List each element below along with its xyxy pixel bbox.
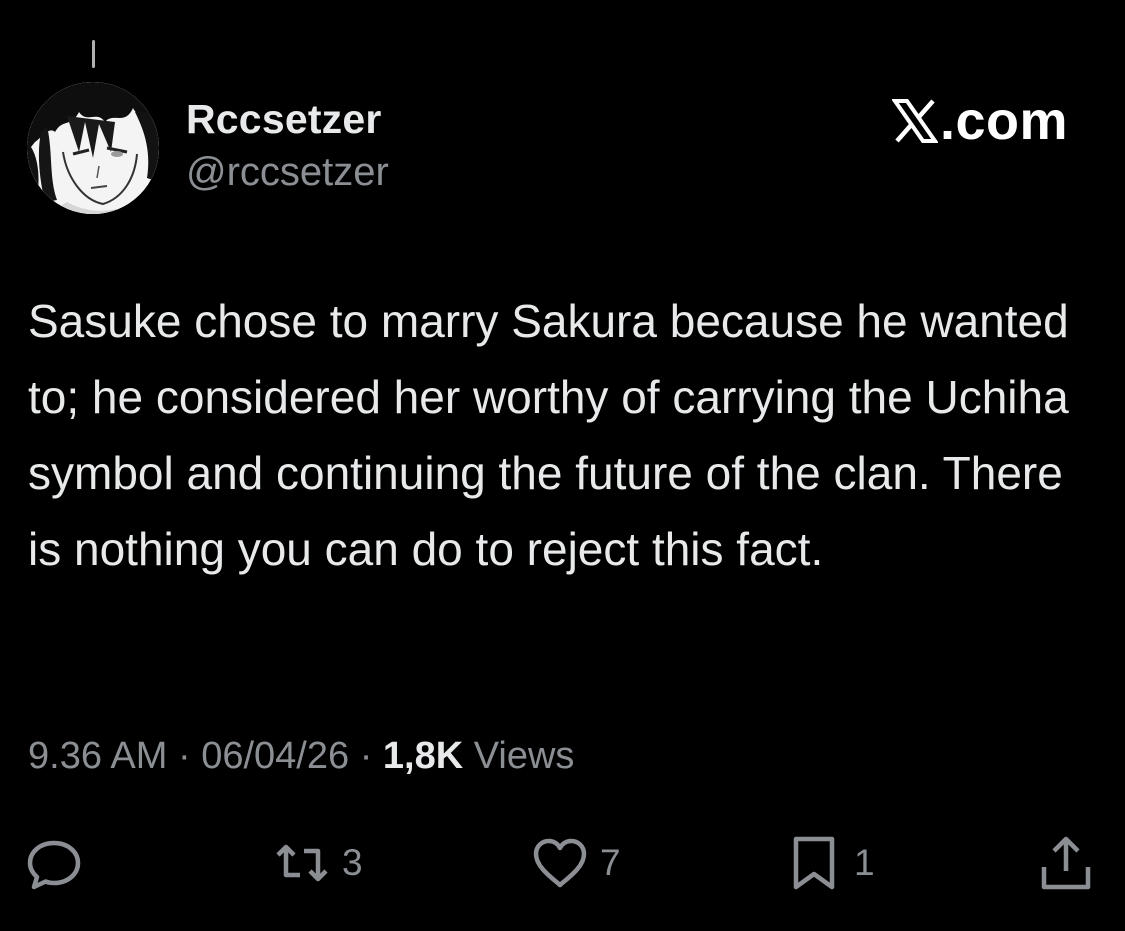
repost-icon — [276, 844, 328, 882]
repost-count: 3 — [342, 842, 363, 883]
share-icon — [1041, 836, 1091, 890]
avatar-illustration — [27, 82, 159, 214]
like-button[interactable]: 7 — [530, 828, 621, 898]
views-count[interactable]: 1,8K — [383, 735, 463, 777]
tweet-text: Sasuke chose to marry Sakura because he … — [28, 295, 1069, 575]
brand-domain-text: .com — [939, 91, 1068, 151]
bookmark-count: 1 — [854, 842, 875, 883]
reply-icon — [27, 840, 81, 890]
meta-separator: · — [359, 735, 373, 777]
action-bar: 3 7 1 — [0, 828, 1125, 898]
tweet-time[interactable]: 9.36 AM — [28, 735, 167, 777]
views-label: Views — [473, 735, 575, 777]
like-count: 7 — [600, 842, 621, 883]
x-logo-icon — [891, 99, 938, 143]
share-button[interactable] — [1036, 828, 1106, 898]
bookmark-button[interactable]: 1 — [784, 828, 875, 898]
tweet-date[interactable]: 06/04/26 — [201, 735, 349, 777]
repost-button[interactable]: 3 — [272, 828, 363, 898]
thread-connector-line — [92, 40, 95, 68]
author-handle[interactable]: @rccsetzer — [186, 150, 389, 195]
bookmark-icon — [793, 836, 835, 890]
author-display-name[interactable]: Rccsetzer — [186, 96, 382, 143]
avatar[interactable] — [27, 82, 159, 214]
tweet-meta: 9.36 AM · 06/04/26 · 1,8K Views — [28, 735, 574, 778]
heart-icon — [533, 838, 587, 888]
brand-watermark: .com — [891, 90, 1068, 152]
reply-button[interactable] — [24, 828, 94, 898]
meta-separator: · — [177, 735, 191, 777]
